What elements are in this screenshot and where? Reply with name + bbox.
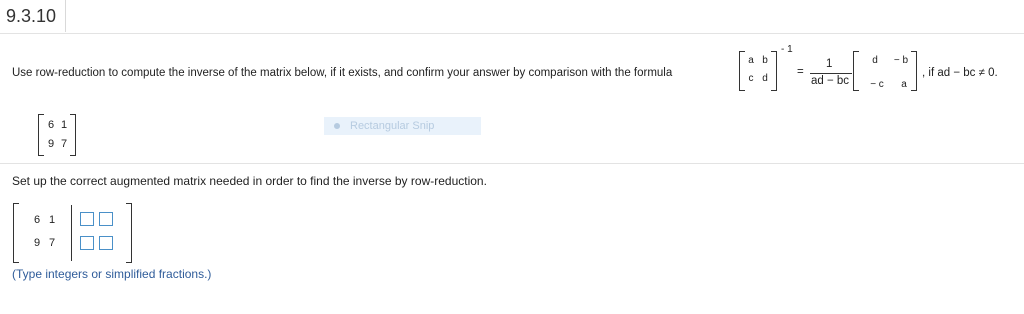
aug-input-r1c2[interactable] [99,212,113,226]
formula-rhs-d: d [872,55,878,66]
formula-matrix-rhs: d − b − c a [853,51,917,91]
formula-exponent: - 1 [781,44,793,55]
aug-input-r2c1[interactable] [80,236,94,250]
formula-rhs-negc: − c [870,79,884,90]
section-divider [0,163,1024,164]
answer-hint: (Type integers or simplified fractions.) [12,267,212,281]
given-r1c2: 1 [60,119,68,131]
formula-lhs-b: b [762,55,768,66]
given-r1c1: 6 [47,119,55,131]
formula-lhs-c: c [748,73,754,84]
part-instruction: Set up the correct augmented matrix need… [12,174,487,188]
formula-rhs-a: a [901,79,907,90]
header-divider [0,33,1024,34]
aug-input-r2c2[interactable] [99,236,113,250]
formula-rhs-negb: − b [893,55,909,66]
formula-lhs-d: d [762,73,768,84]
snip-label: Rectangular Snip [350,120,435,132]
formula-denominator: ad − bc [811,75,850,87]
aug-r1c1: 6 [33,214,41,226]
augmented-matrix: 6 1 9 7 [13,203,132,263]
formula-condition: , if ad − bc ≠ 0. [922,67,998,79]
formula-lhs-a: a [748,55,754,66]
fraction-bar [810,73,852,74]
aug-input-r1c1[interactable] [80,212,94,226]
given-matrix: 6 1 9 7 [38,114,76,156]
given-r2c1: 9 [47,138,55,150]
formula-numerator: 1 [826,58,833,70]
rectangular-snip-overlay[interactable]: Rectangular Snip [324,117,481,135]
aug-r2c2: 7 [48,237,56,249]
aug-r1c2: 1 [48,214,56,226]
question-text: Use row-reduction to compute the inverse… [12,67,673,79]
problem-number: 9.3.10 [0,0,66,32]
augment-separator [71,205,72,261]
given-r2c2: 7 [60,138,68,150]
aug-r2c1: 9 [33,237,41,249]
snip-dot-icon [334,123,340,130]
formula-matrix-lhs: a b c d [739,51,777,91]
formula-equals: = [797,66,804,78]
